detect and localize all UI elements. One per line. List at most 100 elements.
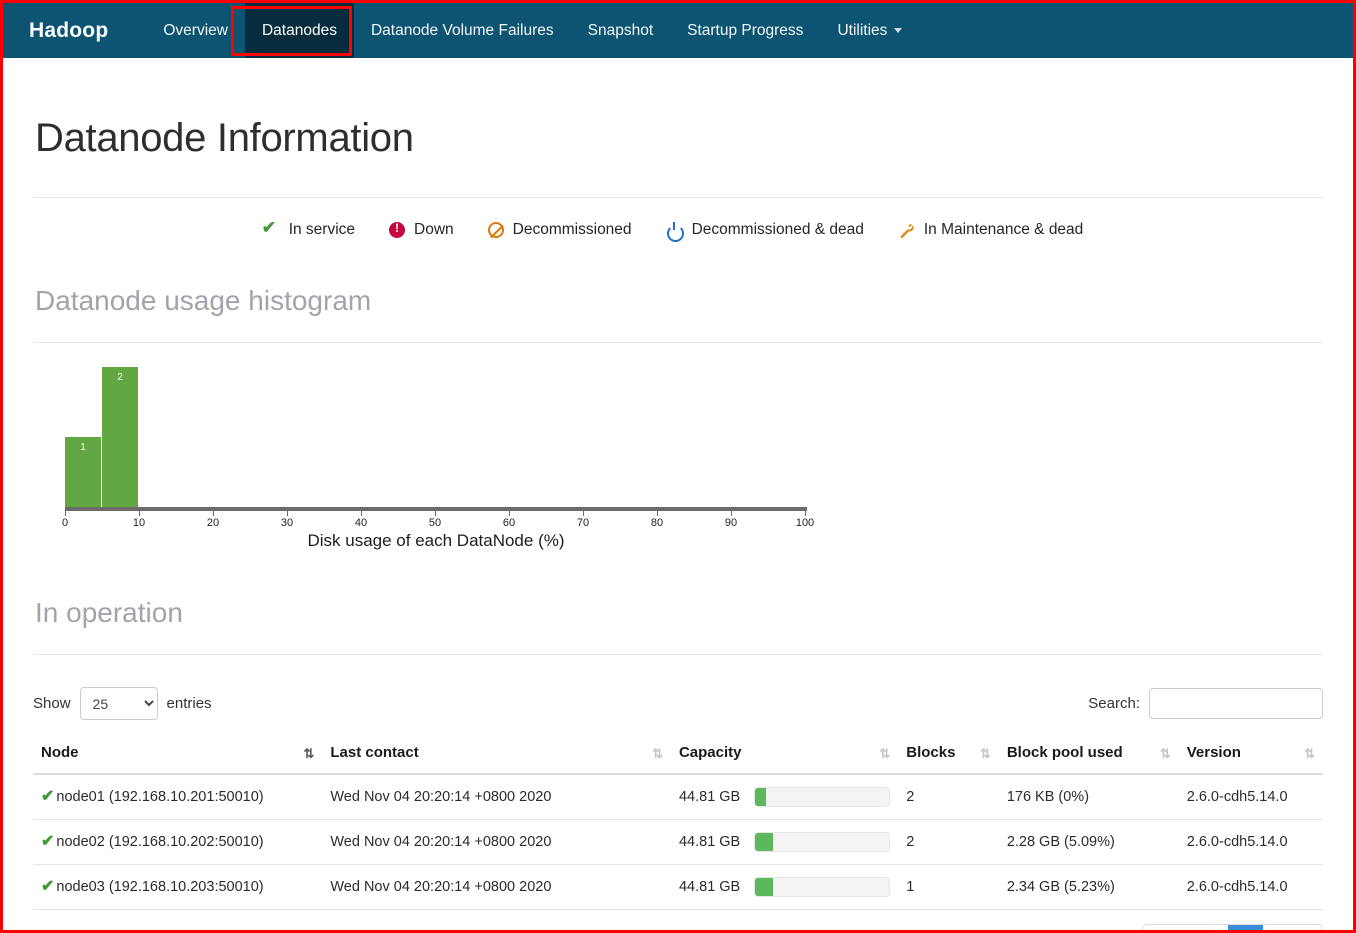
x-axis-tick-label: 50 [429,517,441,529]
x-axis-tick-label: 100 [796,517,814,529]
check-icon: ✔ [41,789,54,805]
capacity-progress-bar [754,832,890,852]
x-axis-title: Disk usage of each DataNode (%) [65,531,807,551]
legend-label-maintenance-dead: In Maintenance & dead [924,221,1083,239]
cell-last-contact: Wed Nov 04 20:20:14 +0800 2020 [322,865,671,910]
capacity-progress-bar [754,787,890,807]
pagination-previous[interactable]: Previous [1143,925,1228,933]
nav-item-overview[interactable]: Overview [146,3,245,58]
sort-icon-blocks[interactable]: ⇅ [980,746,989,762]
cell-node: ✔ node03 (192.168.10.203:50010) [33,865,322,910]
x-axis-tick [139,507,140,516]
wrench-icon [898,222,915,239]
legend-item-decommissioned-dead: Decommissioned & dead [666,221,864,239]
x-axis-tick-label: 30 [281,517,293,529]
cell-last-contact: Wed Nov 04 20:20:14 +0800 2020 [322,774,671,820]
sort-icon-last-contact[interactable]: ⇅ [652,746,661,762]
cell-blocks: 2 [898,774,999,820]
hadoop-brand[interactable]: Hadoop [29,3,146,58]
capacity-value: 44.81 GB [679,789,740,805]
column-header-capacity[interactable]: Capacity ⇅ [671,734,898,774]
x-axis-tick [805,507,806,516]
check-icon: ✔ [41,879,54,895]
sort-icon-node[interactable]: ⇅ [303,746,312,762]
table-controls: Show 25 50 100 entries Search: [33,687,1323,720]
node-name[interactable]: node01 (192.168.10.201:50010) [56,789,263,805]
cell-capacity: 44.81 GB [671,820,898,865]
legend-label-down: Down [414,221,454,239]
page-title: Datanode Information [35,116,1323,161]
page-length-select[interactable]: 25 50 100 [80,687,158,720]
nav-item-startup-progress[interactable]: Startup Progress [670,3,820,58]
histogram-bar-label: 2 [102,372,138,383]
capacity-value: 44.81 GB [679,879,740,895]
cell-node: ✔ node01 (192.168.10.201:50010) [33,774,322,820]
sort-icon-capacity[interactable]: ⇅ [879,746,888,762]
x-axis-tick [287,507,288,516]
nav-item-utilities[interactable]: Utilities [820,3,919,58]
cell-version: 2.6.0-cdh5.14.0 [1179,865,1323,910]
table-header-row: Node ⇅ Last contact ⇅ Capacity ⇅ Blocks … [33,734,1323,774]
table-header: Node ⇅ Last contact ⇅ Capacity ⇅ Blocks … [33,734,1323,774]
nav-item-datanodes[interactable]: Datanodes [245,3,354,58]
status-legend: In service Down Decommissioned Decommiss… [33,198,1323,239]
legend-item-decommissioned: Decommissioned [488,221,632,239]
pagination: Previous 1 Next [1142,924,1323,933]
nav-label-datanodes: Datanodes [262,22,337,40]
nav-label-snapshot: Snapshot [588,22,654,40]
cell-capacity: 44.81 GB [671,774,898,820]
x-axis-tick-label: 20 [207,517,219,529]
column-label-last-contact: Last contact [330,744,418,761]
histogram-divider [33,342,1323,343]
nav-item-datanode-volume-failures[interactable]: Datanode Volume Failures [354,3,571,58]
legend-item-in-service: In service [263,221,355,239]
table-row[interactable]: ✔ node02 (192.168.10.202:50010) Wed Nov … [33,820,1323,865]
histogram-bar: 2 [102,367,139,507]
table-row[interactable]: ✔ node01 (192.168.10.201:50010) Wed Nov … [33,774,1323,820]
pagination-next[interactable]: Next [1263,925,1322,933]
x-axis-tick-label: 40 [355,517,367,529]
search-input[interactable] [1149,688,1323,719]
histogram-heading: Datanode usage histogram [35,285,1323,317]
node-name[interactable]: node03 (192.168.10.203:50010) [56,879,263,895]
sort-icon-version[interactable]: ⇅ [1304,746,1313,762]
pagination-page-1[interactable]: 1 [1228,925,1263,933]
x-axis-tick [657,507,658,516]
column-label-version: Version [1187,744,1241,761]
slash-icon [488,222,504,238]
show-label: Show [33,695,71,712]
down-icon [389,222,405,238]
x-axis-tick-label: 90 [725,517,737,529]
check-icon [263,222,280,239]
datanodes-table: Node ⇅ Last contact ⇅ Capacity ⇅ Blocks … [33,734,1323,910]
cell-block-pool-used: 2.28 GB (5.09%) [999,820,1179,865]
table-body: ✔ node01 (192.168.10.201:50010) Wed Nov … [33,774,1323,910]
histogram-plot-area: 1 2 [65,367,805,507]
search-control: Search: [1088,688,1323,719]
node-name[interactable]: node02 (192.168.10.202:50010) [56,834,263,850]
cell-last-contact: Wed Nov 04 20:20:14 +0800 2020 [322,820,671,865]
column-label-capacity: Capacity [679,744,742,761]
nav-item-snapshot[interactable]: Snapshot [571,3,671,58]
table-footer: Showing 1 to 3 of 3 entries https://blog… [33,924,1323,933]
column-header-version[interactable]: Version ⇅ [1179,734,1323,774]
legend-label-decommissioned-dead: Decommissioned & dead [692,221,864,239]
cell-capacity: 44.81 GB [671,865,898,910]
column-label-blocks: Blocks [906,744,955,761]
column-header-node[interactable]: Node ⇅ [33,734,322,774]
x-axis-tick [65,507,66,516]
sort-icon-block-pool-used[interactable]: ⇅ [1160,746,1169,762]
page-content: Datanode Information In service Down Dec… [3,116,1353,933]
capacity-progress-bar [754,877,890,897]
check-icon: ✔ [41,834,54,850]
power-icon [666,222,683,239]
top-navbar: Hadoop Overview Datanodes Datanode Volum… [3,3,1353,58]
column-header-block-pool-used[interactable]: Block pool used ⇅ [999,734,1179,774]
column-header-last-contact[interactable]: Last contact ⇅ [322,734,671,774]
table-row[interactable]: ✔ node03 (192.168.10.203:50010) Wed Nov … [33,865,1323,910]
column-header-blocks[interactable]: Blocks ⇅ [898,734,999,774]
cell-blocks: 2 [898,820,999,865]
histogram-bar: 1 [65,437,102,507]
cell-block-pool-used: 176 KB (0%) [999,774,1179,820]
x-axis-tick [361,507,362,516]
